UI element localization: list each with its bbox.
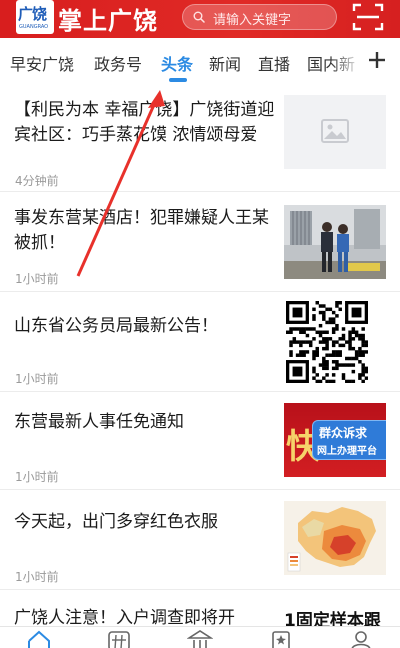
logo-text: 广饶 [18,5,47,23]
news-title: 广饶人注意！入户调查即将开 [14,608,235,626]
badge-line-1: 群众诉求 [319,426,368,440]
search-input[interactable]: 请输入关键字 [182,4,337,30]
scan-icon[interactable] [352,2,384,32]
news-thumbnail [284,501,386,575]
list-item[interactable]: 事发东营某酒店！犯罪嫌疑人王某被抓！ 1小时前 [0,192,400,292]
home-icon[interactable] [26,629,52,648]
app-title: 掌上广饶 [58,7,158,35]
police-photo [284,205,386,279]
tab-morning[interactable]: 早安广饶 [10,51,74,75]
placeholder-image-icon [321,119,349,143]
news-thumbnail [286,301,368,383]
app-header: 广饶 GUANGRAO 掌上广饶 请输入关键字 [0,0,400,38]
news-title: 事发东营某酒店！犯罪嫌疑人王某被抓！ [14,208,269,253]
logo-subtext: GUANGRAO [19,24,49,30]
user-icon[interactable] [348,629,374,648]
list-item[interactable]: 广饶人注意！入户调查即将开 1固定样本跟 [0,590,400,626]
list-item[interactable]: 东营最新人事任免通知 1小时前 快 群众诉求 网上办理平台 [0,392,400,490]
news-title: 【利民为本 幸福广饶】广饶街道迎宾社区：巧手蒸花馍 浓情颂母爱 [14,100,275,145]
tab-headlines[interactable]: 头条 [161,51,193,75]
temperature-map [284,501,386,575]
tab-fade [330,40,362,86]
list-item[interactable]: 山东省公务员局最新公告！ 1小时前 [0,292,400,392]
hashtag-icon[interactable] [106,629,132,648]
government-icon[interactable] [187,629,213,648]
channel-tabs: 早安广饶 政务号 头条 新闻 直播 国内新 [0,40,400,86]
news-time: 1小时前 [15,272,59,286]
add-channel-icon[interactable] [366,49,388,71]
bottom-navigation [0,626,400,648]
news-thumbnail [284,95,386,169]
active-tab-indicator [169,78,187,82]
tab-gov-accounts[interactable]: 政务号 [94,51,142,75]
tab-news[interactable]: 新闻 [209,51,241,75]
list-item[interactable]: 【利民为本 幸福广饶】广饶街道迎宾社区：巧手蒸花馍 浓情颂母爱 4分钟前 [0,86,400,192]
app-logo: 广饶 GUANGRAO [16,0,54,34]
news-time: 1小时前 [15,570,59,584]
search-icon [193,11,205,23]
service-platform-badge: 群众诉求 网上办理平台 [312,420,386,460]
search-placeholder: 请输入关键字 [213,13,292,28]
news-time: 1小时前 [15,470,59,484]
news-time: 4分钟前 [15,174,59,188]
news-thumbnail: 快 群众诉求 网上办理平台 [284,403,386,477]
tab-live[interactable]: 直播 [258,51,290,75]
news-thumbnail-text: 1固定样本跟 [284,611,381,626]
list-item[interactable]: 今天起，出门多穿红色衣服 1小时前 [0,490,400,590]
news-title: 今天起，出门多穿红色衣服 [14,512,218,532]
news-thumbnail [284,205,386,279]
badge-line-2: 网上办理平台 [317,446,377,457]
news-list: 【利民为本 幸福广饶】广饶街道迎宾社区：巧手蒸花馍 浓情颂母爱 4分钟前 事发东… [0,86,400,626]
qr-code-image [286,301,368,383]
star-doc-icon[interactable] [268,629,294,648]
news-time: 1小时前 [15,372,59,386]
news-title: 山东省公务员局最新公告！ [14,316,218,336]
news-title: 东营最新人事任免通知 [14,412,184,432]
